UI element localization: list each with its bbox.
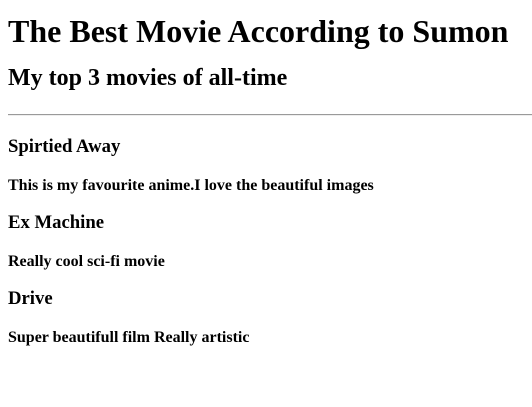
movie-description: Really cool sci-fi movie [8, 253, 165, 270]
movie-title: Ex Machine [8, 212, 105, 233]
movie-list: Spirtied Away This is my favourite anime… [8, 136, 532, 347]
movie-item: Drive Super beautifull film Really artis… [8, 288, 532, 347]
movie-description: Super beautifull film Really artistic [8, 329, 250, 346]
movie-title: Spirtied Away [8, 136, 121, 157]
movie-title: Drive [8, 288, 53, 309]
movie-description: This is my favourite anime.I love the be… [8, 177, 374, 194]
page-title: The Best Movie According to Sumon [8, 13, 509, 49]
page-content: The Best Movie According to Sumon My top… [0, 0, 532, 347]
page-subtitle: My top 3 movies of all-time [8, 65, 288, 91]
divider [8, 114, 532, 116]
movie-item: Ex Machine Really cool sci-fi movie [8, 212, 532, 271]
movie-item: Spirtied Away This is my favourite anime… [8, 136, 532, 195]
